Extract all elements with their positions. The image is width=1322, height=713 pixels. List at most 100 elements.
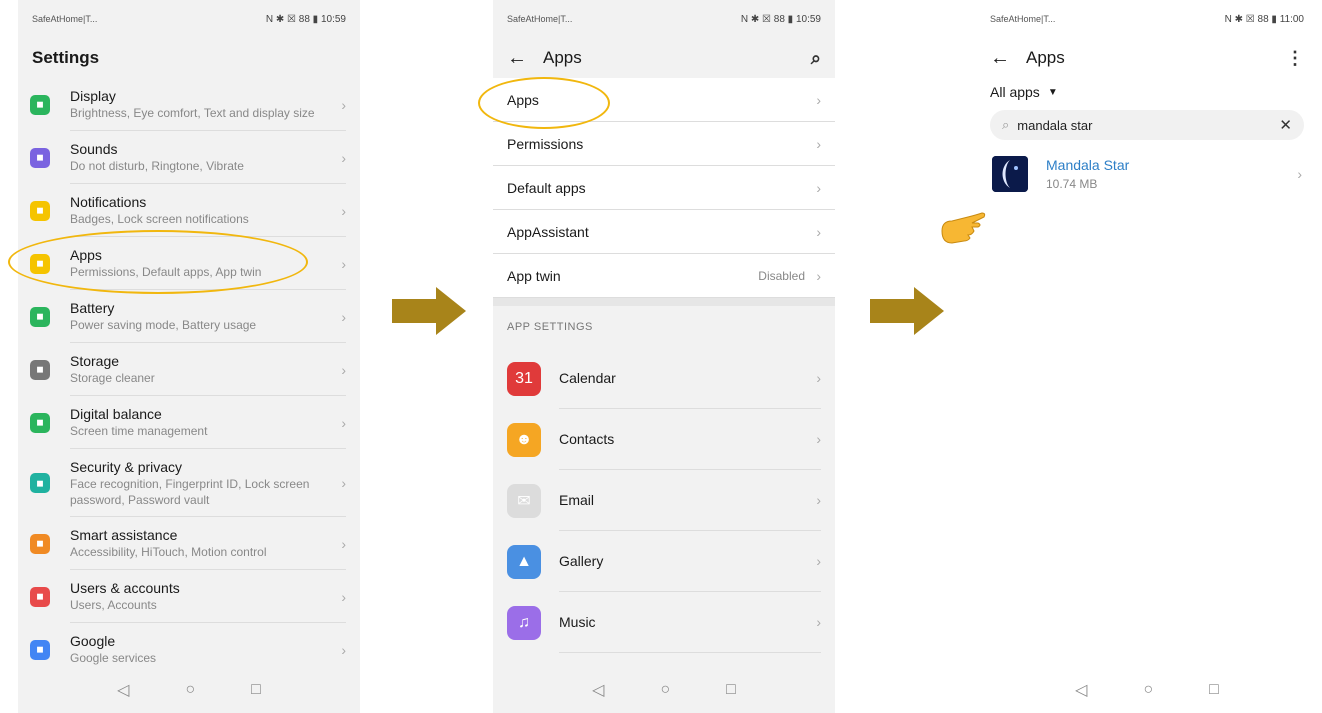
settings-item-subtitle: Storage cleaner bbox=[70, 371, 155, 385]
search-field[interactable]: ⌕ mandala star ✕ bbox=[990, 110, 1304, 140]
settings-item[interactable]: ◼ Notifications Badges, Lock screen notifi… bbox=[18, 184, 360, 237]
app-result-row[interactable]: Mandala Star 10.74 MB › bbox=[976, 140, 1318, 192]
nav-bar: ◁ ○ □ bbox=[976, 667, 1318, 713]
filter-dropdown[interactable]: All apps ▼ bbox=[976, 78, 1318, 100]
apps-option-row[interactable]: AppAssistant › bbox=[493, 210, 835, 254]
app-label: Music bbox=[559, 614, 596, 630]
back-arrow-icon[interactable]: ← bbox=[507, 47, 527, 70]
chevron-right-icon: › bbox=[341, 475, 346, 491]
settings-item[interactable]: ◼ Display Brightness, Eye comfort, Text an… bbox=[18, 78, 360, 131]
chevron-right-icon: › bbox=[341, 361, 346, 378]
settings-item-title: Battery bbox=[70, 300, 115, 316]
chevron-right-icon: › bbox=[816, 431, 821, 447]
gallery-icon: ▲ bbox=[507, 544, 541, 579]
chevron-right-icon: › bbox=[816, 370, 821, 386]
shield-icon: ◼ bbox=[30, 473, 50, 493]
apps-option-label: Default apps bbox=[507, 179, 586, 196]
clear-icon[interactable]: ✕ bbox=[1279, 116, 1292, 134]
section-divider bbox=[493, 298, 835, 306]
settings-item[interactable]: ◼ Users & accounts Users, Accounts › bbox=[18, 570, 360, 623]
settings-list: ◼ Display Brightness, Eye comfort, Text an… bbox=[18, 78, 360, 676]
app-settings-row[interactable]: 31 Calendar › bbox=[493, 348, 835, 409]
user-icon: ◼ bbox=[30, 586, 50, 607]
home-nav-icon[interactable]: ○ bbox=[660, 681, 670, 699]
back-nav-icon[interactable]: ◁ bbox=[592, 680, 604, 700]
section-label: APP SETTINGS bbox=[507, 321, 593, 333]
app-label: Contacts bbox=[559, 431, 615, 447]
settings-item[interactable]: ◼ Battery Power saving mode, Battery usage… bbox=[18, 290, 360, 343]
settings-item-title: Security & privacy bbox=[70, 458, 183, 475]
chevron-right-icon: › bbox=[816, 267, 821, 284]
chevron-right-icon: › bbox=[816, 223, 821, 240]
battery-icon: ◼ bbox=[30, 306, 50, 327]
sound-icon: ◼ bbox=[30, 147, 50, 168]
status-bar: SafeAtHome|T... N ✱ ☒ 88 ▮ 11:00 bbox=[976, 0, 1318, 38]
storage-icon: ◼ bbox=[30, 359, 50, 380]
chevron-right-icon: › bbox=[341, 202, 346, 219]
settings-item-title: Google bbox=[70, 633, 116, 649]
apps-highlight-ellipse bbox=[8, 230, 308, 294]
search-query[interactable]: mandala star bbox=[1017, 118, 1279, 133]
apps-highlight-ellipse bbox=[478, 77, 610, 129]
search-icon: ⌕ bbox=[1002, 117, 1010, 132]
settings-item-subtitle: Power saving mode, Battery usage bbox=[70, 318, 257, 332]
status-icons: N ✱ ☒ 88 ▮ bbox=[265, 13, 319, 25]
app-settings-row[interactable]: ▲ Gallery › bbox=[493, 531, 835, 592]
settings-item[interactable]: ◼ Smart assistance Accessibility, HiTouch,… bbox=[18, 517, 360, 570]
all-apps-screen: SafeAtHome|T... N ✱ ☒ 88 ▮ 11:00 ← Apps … bbox=[976, 0, 1318, 713]
settings-item-subtitle: Face recognition, Fingerprint ID, Lock s… bbox=[70, 476, 310, 507]
apps-option-row[interactable]: App twin Disabled › bbox=[493, 254, 835, 298]
settings-item-subtitle: Accessibility, HiTouch, Motion control bbox=[70, 545, 267, 559]
nav-bar: ◁ ○ □ bbox=[18, 667, 360, 713]
recents-nav-icon[interactable]: □ bbox=[1209, 681, 1219, 699]
hand-icon: ◼ bbox=[30, 533, 50, 554]
chevron-right-icon: › bbox=[341, 149, 346, 166]
settings-item-subtitle: Users, Accounts bbox=[70, 598, 157, 612]
app-settings-list: 31 Calendar › ☻ Contacts › ✉ Email › ▲ Gallery › ♫ Mu… bbox=[493, 348, 835, 653]
chevron-right-icon: › bbox=[816, 91, 821, 108]
apps-option-label: App twin bbox=[507, 267, 561, 284]
settings-title: Settings bbox=[32, 48, 100, 67]
app-settings-row[interactable]: ✉ Email › bbox=[493, 470, 835, 531]
status-icons: N ✱ ☒ 88 ▮ bbox=[740, 13, 794, 25]
settings-item[interactable]: ◼ Digital balance Screen time management › bbox=[18, 396, 360, 449]
chevron-right-icon: › bbox=[816, 179, 821, 196]
apps-option-row[interactable]: Default apps › bbox=[493, 166, 835, 210]
app-label: Calendar bbox=[559, 370, 616, 386]
settings-item-title: Notifications bbox=[70, 194, 147, 210]
chevron-right-icon: › bbox=[1297, 166, 1302, 182]
settings-item[interactable]: ◼ Storage Storage cleaner › bbox=[18, 343, 360, 396]
search-icon[interactable]: ⌕ bbox=[811, 48, 821, 69]
chevron-right-icon: › bbox=[816, 553, 821, 569]
contacts-icon: ☻ bbox=[507, 422, 541, 457]
home-nav-icon[interactable]: ○ bbox=[185, 681, 195, 699]
calendar-icon: 31 bbox=[507, 361, 541, 396]
home-nav-icon[interactable]: ○ bbox=[1143, 681, 1153, 699]
apps-option-label: AppAssistant bbox=[507, 223, 589, 240]
app-size: 10.74 MB bbox=[1046, 177, 1098, 191]
option-value: Disabled bbox=[758, 268, 805, 283]
settings-item[interactable]: ◼ Sounds Do not disturb, Ringtone, Vibrate… bbox=[18, 131, 360, 184]
app-header: ← Apps ⋮ bbox=[976, 38, 1318, 78]
display-icon: ◼ bbox=[30, 94, 50, 115]
settings-item-subtitle: Screen time management bbox=[70, 424, 208, 438]
settings-item-subtitle: Do not disturb, Ringtone, Vibrate bbox=[70, 159, 244, 173]
hourglass-icon: ◼ bbox=[30, 412, 50, 433]
dropdown-caret-icon: ▼ bbox=[1047, 86, 1058, 98]
recents-nav-icon[interactable]: □ bbox=[726, 681, 736, 699]
app-settings-row[interactable]: ☻ Contacts › bbox=[493, 409, 835, 470]
back-nav-icon[interactable]: ◁ bbox=[1075, 680, 1087, 700]
recents-nav-icon[interactable]: □ bbox=[251, 681, 261, 699]
settings-item[interactable]: ◼ Security & privacy Face recognition, Fin… bbox=[18, 449, 360, 517]
settings-item-title: Sounds bbox=[70, 141, 118, 157]
app-settings-row[interactable]: ♫ Music › bbox=[493, 592, 835, 653]
settings-item-title: Display bbox=[70, 88, 116, 104]
back-arrow-icon[interactable]: ← bbox=[990, 47, 1010, 70]
pointing-hand-icon bbox=[941, 212, 986, 244]
arrow-right-icon bbox=[870, 287, 944, 335]
back-nav-icon[interactable]: ◁ bbox=[117, 680, 129, 700]
clock: 11:00 bbox=[1279, 13, 1304, 25]
more-options-icon[interactable]: ⋮ bbox=[1286, 48, 1304, 69]
page-title: Settings bbox=[18, 38, 360, 78]
settings-item-title: Digital balance bbox=[70, 406, 162, 422]
